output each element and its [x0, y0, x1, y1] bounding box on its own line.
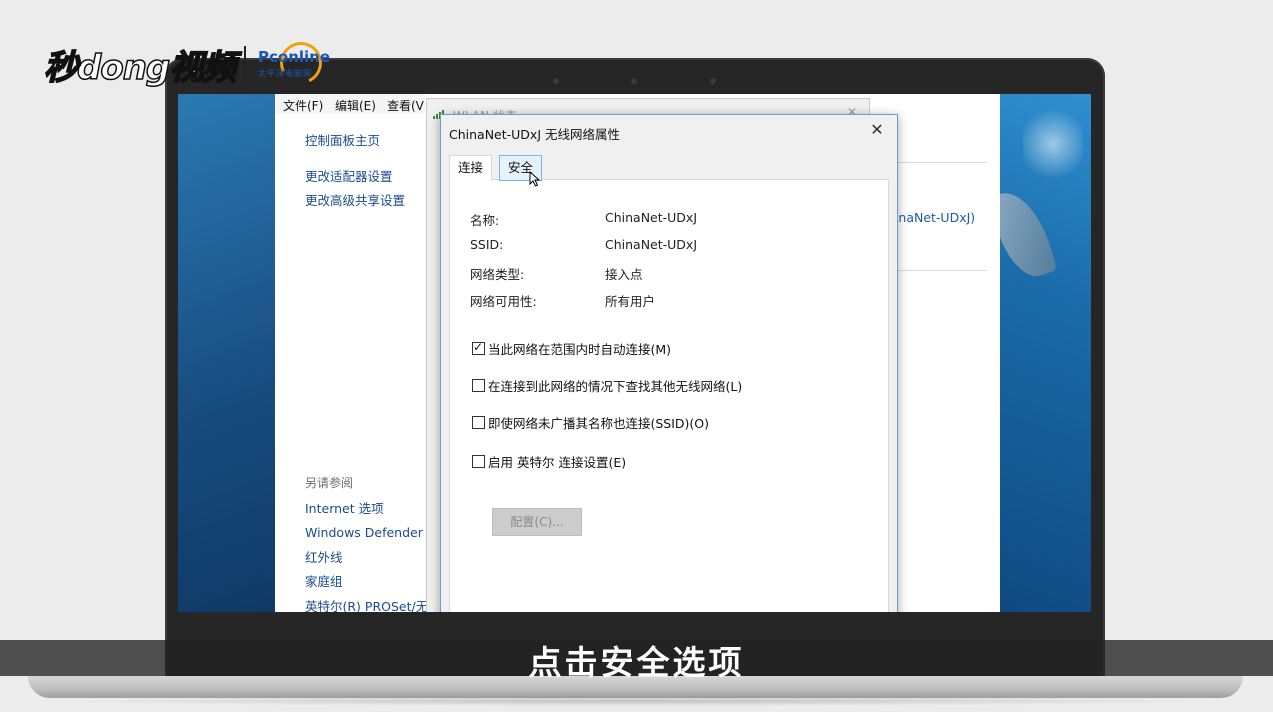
mouse-cursor-icon: [529, 171, 541, 187]
property-value: ChinaNet-UDxJ: [605, 210, 698, 225]
find-other-networks-label[interactable]: 在连接到此网络的情况下查找其他无线网络(L): [488, 376, 742, 395]
property-label: 网络可用性:: [470, 294, 537, 309]
see-also-homegroup[interactable]: 家庭组: [305, 571, 343, 590]
partner-logo-tag: 太平洋电脑网: [258, 69, 312, 78]
property-value: 所有用户: [605, 294, 656, 309]
see-also-internet-options[interactable]: Internet 选项: [305, 498, 384, 517]
menu-bar: 文件(F) 编辑(E) 查看(V: [275, 94, 425, 114]
nav-advanced-sharing-settings[interactable]: 更改高级共享设置: [305, 190, 405, 209]
camera-sensor: [553, 78, 559, 84]
wallpaper-foam: [1023, 104, 1083, 184]
intel-connection-settings-checkbox[interactable]: [472, 455, 485, 468]
find-other-networks-checkbox[interactable]: [472, 379, 485, 392]
auto-connect-label[interactable]: 当此网络在范围内时自动连接(M): [488, 339, 671, 358]
wlan-connection-link[interactable]: hinaNet-UDxJ): [887, 210, 975, 225]
partner-logo: Pconline: [258, 48, 331, 66]
divider: [895, 270, 987, 271]
laptop-screen: 文件(F) 编辑(E) 查看(V 控制面板主页 更改适配器设置 更改高级共享设置…: [178, 94, 1091, 612]
dialog-title: ChinaNet-UDxJ 无线网络属性: [449, 127, 620, 142]
tab-panel-connection: 名称: ChinaNet-UDxJ SSID: ChinaNet-UDxJ 网络…: [449, 179, 889, 612]
wireless-properties-dialog: ChinaNet-UDxJ 无线网络属性 ✕ 名称: ChinaNet-UDxJ…: [440, 114, 898, 612]
subtitle-caption: 点击安全选项: [528, 643, 745, 682]
menu-file[interactable]: 文件(F): [283, 97, 323, 114]
property-value: ChinaNet-UDxJ: [605, 237, 698, 252]
property-label: 名称:: [470, 213, 500, 228]
auto-connect-checkbox[interactable]: ✓: [472, 340, 485, 355]
desktop-wallpaper-left: [178, 94, 276, 612]
desktop-wallpaper-right: [987, 94, 1091, 612]
see-also-infrared[interactable]: 红外线: [305, 547, 343, 566]
nav-change-adapter-settings[interactable]: 更改适配器设置: [305, 166, 393, 185]
camera-sensor: [631, 78, 637, 84]
menu-view[interactable]: 查看(V: [387, 97, 424, 114]
check-icon: ✓: [473, 340, 484, 354]
camera-lens: [710, 78, 716, 84]
property-value: 接入点: [605, 267, 643, 282]
logo-divider: [244, 46, 246, 80]
connect-hidden-ssid-checkbox[interactable]: [472, 416, 485, 429]
see-also-heading: 另请参阅: [305, 476, 354, 490]
configure-button[interactable]: 配置(C)...: [492, 508, 582, 536]
brand-logo: 秒dong视频: [43, 47, 237, 89]
tab-connection[interactable]: 连接: [449, 155, 493, 181]
laptop-shadow: [40, 696, 1230, 706]
property-label: SSID:: [470, 237, 504, 252]
menu-edit[interactable]: 编辑(E): [335, 97, 376, 114]
intel-connection-settings-label[interactable]: 启用 英特尔 连接设置(E): [488, 452, 626, 471]
connect-hidden-ssid-label[interactable]: 即使网络未广播其名称也连接(SSID)(O): [488, 413, 709, 432]
divider: [895, 162, 987, 163]
close-icon[interactable]: ✕: [865, 120, 889, 140]
nav-control-panel-home[interactable]: 控制面板主页: [305, 130, 380, 149]
property-label: 网络类型:: [470, 267, 525, 282]
